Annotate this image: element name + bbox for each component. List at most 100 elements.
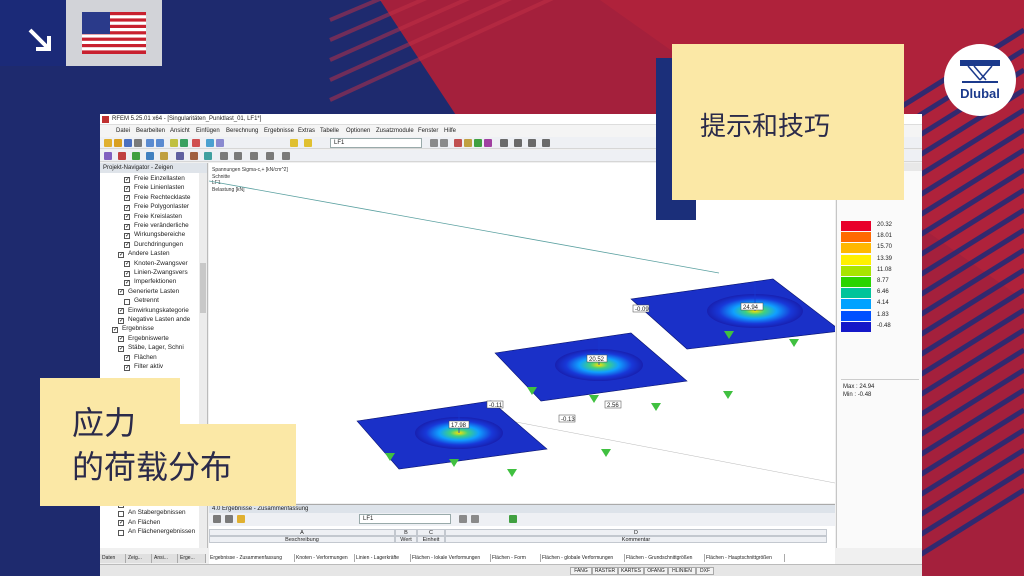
- navigator-item-checkbox[interactable]: [118, 288, 124, 296]
- deformation-icon[interactable]: [454, 139, 462, 147]
- print-icon[interactable]: [134, 139, 142, 147]
- solid-icon[interactable]: [160, 152, 168, 160]
- navigator-item-checkbox[interactable]: [124, 279, 130, 286]
- menu-tabelle[interactable]: Tabelle: [320, 128, 339, 134]
- language-flag-tile[interactable]: [66, 0, 162, 66]
- results-export-icon[interactable]: [225, 515, 233, 523]
- results-tab[interactable]: Flächen - lokale Verformungen: [411, 554, 491, 562]
- results-tab[interactable]: Flächen - Hauptschnittgrößen: [705, 554, 785, 562]
- menu-berechnung[interactable]: Berechnung: [226, 128, 258, 134]
- navigator-item-checkbox[interactable]: [124, 232, 130, 239]
- results-tab[interactable]: Flächen - Grundschnittgrößen: [625, 554, 705, 562]
- view-icon[interactable]: [206, 139, 214, 147]
- navigator-item-checkbox[interactable]: [118, 317, 124, 324]
- support-icon[interactable]: [474, 139, 482, 147]
- section-icon[interactable]: [484, 139, 492, 147]
- status-dxf[interactable]: DXF: [696, 567, 714, 575]
- pencil-icon[interactable]: [170, 139, 178, 147]
- navigator-item-checkbox[interactable]: [124, 213, 130, 221]
- navigator-item-checkbox[interactable]: [112, 326, 118, 333]
- load-case-select[interactable]: LF1: [330, 138, 422, 148]
- node-icon[interactable]: [118, 152, 126, 160]
- undo-icon[interactable]: [146, 139, 154, 147]
- navigator-item-checkbox[interactable]: [124, 241, 130, 249]
- prev-loadcase-icon[interactable]: [430, 139, 438, 147]
- results-tab[interactable]: Linien - Lagerkräfte: [355, 554, 411, 562]
- results-prev-icon[interactable]: [459, 515, 467, 523]
- results-excel-icon[interactable]: [509, 515, 517, 523]
- navigator-item-checkbox[interactable]: [118, 307, 124, 315]
- results-table-icon[interactable]: [213, 515, 221, 523]
- results-next-icon[interactable]: [471, 515, 479, 523]
- nav-tab-views[interactable]: Ansi...: [152, 554, 178, 563]
- results-icon[interactable]: [192, 139, 200, 147]
- line-icon[interactable]: [132, 152, 140, 160]
- results-tab[interactable]: Flächen - Form: [491, 554, 541, 562]
- redo-icon[interactable]: [156, 139, 164, 147]
- navigator-item-checkbox[interactable]: [124, 260, 130, 268]
- surface-icon[interactable]: [146, 152, 154, 160]
- menu-ansicht[interactable]: Ansicht: [170, 128, 190, 134]
- navigator-item-checkbox[interactable]: [124, 270, 130, 277]
- iso-view-icon[interactable]: [266, 152, 274, 160]
- member-icon[interactable]: [176, 152, 184, 160]
- align-icon[interactable]: [528, 139, 536, 147]
- nav-tab-display[interactable]: Zeig...: [126, 554, 152, 563]
- status-cartesian[interactable]: KARTES: [618, 567, 644, 575]
- open-folder-icon[interactable]: [114, 139, 122, 147]
- navigator-item-checkbox[interactable]: [124, 223, 130, 230]
- navigator-item-checkbox[interactable]: [124, 298, 130, 305]
- status-guidelines[interactable]: HLINIEN: [668, 567, 696, 575]
- next-loadcase-icon[interactable]: [440, 139, 448, 147]
- menu-hilfe[interactable]: Hilfe: [444, 128, 456, 134]
- menu-fenster[interactable]: Fenster: [418, 128, 438, 134]
- navigator-item-checkbox[interactable]: [118, 510, 124, 517]
- navigator-item-checkbox[interactable]: [118, 251, 124, 258]
- dimension-icon[interactable]: [204, 152, 212, 160]
- select-icon[interactable]: [104, 152, 112, 160]
- nav-tab-data[interactable]: Daten: [100, 554, 126, 563]
- settings-icon[interactable]: [542, 139, 550, 147]
- navigator-item-checkbox[interactable]: [118, 529, 124, 536]
- navigator-item-checkbox[interactable]: [118, 335, 124, 343]
- table-icon[interactable]: [290, 139, 298, 147]
- dlubal-logo[interactable]: Dlubal: [944, 44, 1016, 116]
- results-load-case-select[interactable]: LF1: [359, 514, 451, 524]
- menu-einfuegen[interactable]: Einfügen: [196, 128, 220, 134]
- menu-ergebnisse[interactable]: Ergebnisse: [264, 128, 294, 134]
- filter-icon[interactable]: [500, 139, 508, 147]
- stress-icon[interactable]: [464, 139, 472, 147]
- nav-tab-results[interactable]: Erge...: [178, 554, 206, 563]
- navigator-item-checkbox[interactable]: [124, 204, 130, 211]
- results-tab[interactable]: Ergebnisse - Zusammenfassung: [209, 554, 295, 562]
- rotate-icon[interactable]: [250, 152, 258, 160]
- menu-datei[interactable]: Datei: [116, 128, 130, 134]
- navigator-item-checkbox[interactable]: [124, 185, 130, 192]
- menu-optionen[interactable]: Optionen: [346, 128, 370, 134]
- status-grid[interactable]: RASTER: [592, 567, 618, 575]
- load-icon[interactable]: [190, 152, 198, 160]
- save-icon[interactable]: [124, 139, 132, 147]
- menu-bearbeiten[interactable]: Bearbeiten: [136, 128, 165, 134]
- chart-icon[interactable]: [304, 139, 312, 147]
- navigator-item-checkbox[interactable]: [124, 176, 130, 183]
- navigator-item-checkbox[interactable]: [118, 345, 124, 352]
- navigator-item-checkbox[interactable]: [124, 354, 130, 362]
- zoom-icon[interactable]: [220, 152, 228, 160]
- navigator-scroll-thumb[interactable]: [200, 263, 206, 313]
- menu-zusatzmodule[interactable]: Zusatzmodule: [376, 128, 414, 134]
- new-file-icon[interactable]: [104, 139, 112, 147]
- model-viewport[interactable]: Spannungen Sigma-c,+ [kN/cm^2] Schnitte …: [209, 163, 835, 503]
- pan-icon[interactable]: [234, 152, 242, 160]
- navigate-back-tile[interactable]: [0, 0, 66, 66]
- navigator-item-checkbox[interactable]: [124, 364, 130, 371]
- navigator-item-checkbox[interactable]: [124, 194, 130, 202]
- grid-icon[interactable]: [514, 139, 522, 147]
- calculate-icon[interactable]: [180, 139, 188, 147]
- render-icon[interactable]: [216, 139, 224, 147]
- top-view-icon[interactable]: [282, 152, 290, 160]
- results-filter-icon[interactable]: [237, 515, 245, 523]
- status-snap[interactable]: FANG: [570, 567, 592, 575]
- results-tab[interactable]: Knoten - Verformungen: [295, 554, 355, 562]
- menu-extras[interactable]: Extras: [298, 128, 315, 134]
